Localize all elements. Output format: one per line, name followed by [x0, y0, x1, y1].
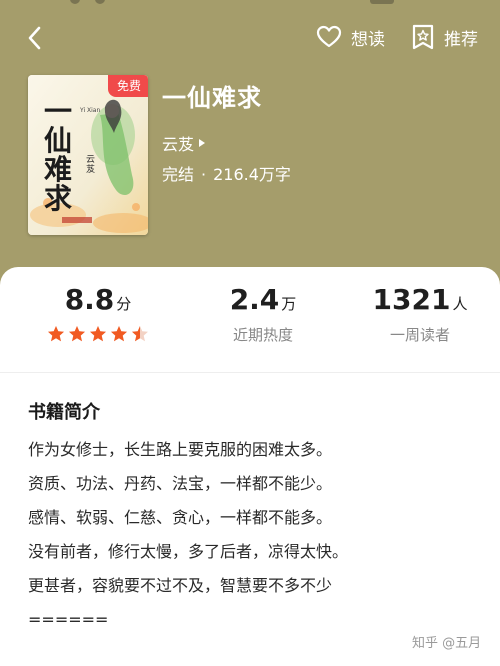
- intro-line: 没有前者，修行太慢，多了后者，凉得太快。: [28, 542, 349, 561]
- want-read-label: 想读: [351, 29, 385, 50]
- heat-label: 近期热度: [232, 326, 293, 344]
- intro-line: 资质、功法、丹药、法宝，一样都不能少。: [28, 474, 333, 493]
- book-header: 想读 推荐 一仙难求 云芨 Yi Xian 免费 一仙难求 云芨 完结 · 21…: [0, 0, 500, 300]
- rating-value: 8.8: [64, 283, 115, 316]
- star-icon: [111, 326, 127, 342]
- intro-line: 感情、软弱、仁慈、贪心，一样都不能多。: [28, 508, 333, 527]
- book-title: 一仙难求: [162, 84, 262, 112]
- readers-value: 1321: [372, 283, 451, 316]
- heat-value: 2.4: [229, 283, 280, 316]
- intro-line: 更甚者，容貌要不过不及，智慧要不多不少: [28, 576, 333, 595]
- intro-line: ======: [28, 610, 109, 629]
- completion-status: 完结: [162, 165, 195, 184]
- intro-text: 作为女修士，长生路上要克服的困难太多。 资质、功法、丹药、法宝，一样都不能少。 …: [28, 433, 478, 637]
- cover-title-text: 一仙难求: [44, 95, 73, 215]
- recommend-label: 推荐: [444, 29, 478, 50]
- rating-stars: [38, 325, 158, 342]
- cover-author-text: 云芨: [86, 155, 96, 175]
- readers-label: 一周读者: [389, 326, 450, 344]
- status-bar-fragment: [0, 0, 500, 6]
- recommend-button[interactable]: 推荐: [411, 24, 478, 50]
- cover-subtitle-text: Yi Xian: [80, 107, 101, 114]
- heart-icon: [316, 25, 342, 48]
- caret-right-icon: [199, 139, 206, 147]
- book-cover[interactable]: 一仙难求 云芨 Yi Xian 免费: [28, 75, 148, 235]
- want-read-button[interactable]: 想读: [316, 25, 385, 50]
- star-icon: [132, 326, 148, 342]
- intro-line: 作为女修士，长生路上要克服的困难太多。: [28, 440, 333, 459]
- star-badge-icon: [412, 24, 434, 50]
- rating-unit: 分: [116, 295, 132, 313]
- free-badge: 免费: [107, 75, 148, 97]
- rating-stat: 8.8 分: [38, 283, 158, 342]
- readers-unit: 人: [452, 295, 468, 313]
- intro-heading: 书籍简介: [28, 402, 100, 423]
- section-divider: [0, 372, 500, 373]
- word-count: 216.4万字: [213, 165, 291, 184]
- author-name: 云芨: [162, 135, 195, 154]
- author-link[interactable]: 云芨: [162, 131, 206, 155]
- readers-stat: 1321 人 一周读者: [360, 283, 480, 345]
- heat-unit: 万: [281, 295, 297, 313]
- book-meta: 完结 · 216.4万字: [162, 165, 291, 184]
- star-icon: [48, 326, 64, 342]
- watermark: 知乎 @五月: [412, 636, 482, 651]
- star-icon: [69, 326, 85, 342]
- back-arrow-icon: [28, 26, 41, 50]
- back-button[interactable]: [20, 24, 48, 52]
- heat-stat: 2.4 万 近期热度: [203, 283, 323, 345]
- star-icon: [90, 326, 106, 342]
